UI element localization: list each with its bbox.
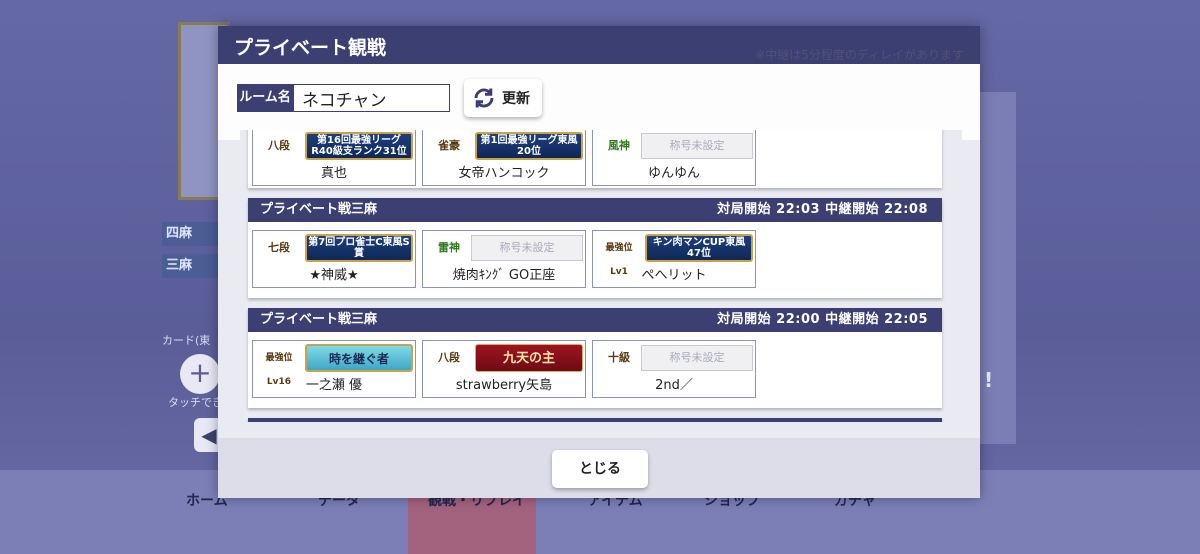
match-card[interactable]: プライベート戦三麻 対局開始 22:03 中継開始 22:08 七段 第7回プロ… bbox=[248, 198, 942, 298]
rank-badge: 十級 bbox=[608, 351, 630, 364]
player-card[interactable]: 十級 称号未設定 2nd／ bbox=[592, 340, 756, 398]
match-type: プライベート戦三麻 bbox=[260, 202, 378, 217]
bg-card-label: カード(東 bbox=[162, 334, 211, 347]
title-plate: 第16回最強リーグR40級支ランク31位 bbox=[305, 132, 413, 160]
rank-badge: 八段 bbox=[438, 351, 460, 364]
player-name: 女帝ハンコック bbox=[458, 166, 550, 181]
match-times: 対局開始 22:00 中継開始 22:05 bbox=[717, 312, 928, 327]
refresh-label: 更新 bbox=[502, 91, 530, 107]
player-name: 真也 bbox=[320, 166, 347, 181]
delay-note: ※中継は5分程度のディレイがあります bbox=[755, 48, 964, 62]
title-plate: 第1回最強リーグ東風20位 bbox=[475, 132, 583, 160]
player-card[interactable]: 雀豪 第1回最強リーグ東風20位 女帝ハンコック bbox=[422, 130, 586, 186]
player-name: ゆんゆん bbox=[647, 166, 700, 181]
title-plate: 九天の主 bbox=[475, 344, 583, 372]
match-list[interactable]: 八段 第16回最強リーグR40級支ランク31位 真也 雀豪 第1回最強リーグ東風… bbox=[240, 130, 962, 422]
bg-touch-label: タッチでき bbox=[168, 396, 223, 409]
rank-badge: 七段 bbox=[268, 241, 290, 254]
match-header bbox=[248, 418, 942, 422]
match-header: プライベート戦三麻 対局開始 22:03 中継開始 22:08 bbox=[248, 198, 942, 222]
refresh-button[interactable]: 更新 bbox=[464, 79, 542, 117]
player-name: ★神威★ bbox=[309, 268, 359, 283]
bg-tab-sanma: 三麻 bbox=[162, 254, 220, 278]
player-card[interactable]: 雷神 称号未設定 焼肉ｷﾝｸﾞ GO正座 bbox=[422, 230, 586, 288]
player-card[interactable]: 八段 第16回最強リーグR40級支ランク31位 真也 bbox=[252, 130, 416, 186]
title-plate: キン肉マンCUP東風47位 bbox=[645, 234, 753, 262]
rank-badge: 八段 bbox=[268, 139, 290, 152]
rank-badge: 最強位Lv16 bbox=[265, 353, 293, 387]
title-empty: 称号未設定 bbox=[471, 235, 583, 261]
title-empty: 称号未設定 bbox=[641, 345, 753, 371]
title-plate: 時を継ぐ者 bbox=[305, 344, 413, 372]
match-times: 対局開始 22:03 中継開始 22:08 bbox=[717, 202, 928, 217]
plus-icon: + bbox=[180, 354, 220, 394]
title-empty: 称号未設定 bbox=[641, 133, 753, 159]
title-plate: 第7回プロ雀士C東風S賞 bbox=[305, 234, 413, 262]
player-card[interactable]: 風神 称号未設定 ゆんゆん bbox=[592, 130, 756, 186]
match-card[interactable]: プライベート戦三麻 対局開始 22:00 中継開始 22:05 最強位Lv16 … bbox=[248, 308, 942, 408]
private-spectate-modal: プライベート観戦 ※中継は5分程度のディレイがあります ルーム名 更新 八段 第… bbox=[218, 26, 980, 498]
match-card[interactable] bbox=[248, 418, 942, 422]
close-button[interactable]: とじる bbox=[552, 450, 648, 488]
player-card[interactable]: 七段 第7回プロ雀士C東風S賞 ★神威★ bbox=[252, 230, 416, 288]
match-card[interactable]: 八段 第16回最強リーグR40級支ランク31位 真也 雀豪 第1回最強リーグ東風… bbox=[248, 130, 942, 188]
rank-badge: 雷神 bbox=[438, 241, 460, 254]
match-type: プライベート戦三麻 bbox=[260, 312, 378, 327]
bg-right-mark: ! bbox=[984, 368, 994, 392]
player-name: 一之瀬 優 bbox=[305, 378, 363, 393]
room-name-label: ルーム名 bbox=[237, 84, 293, 112]
player-name: 焼肉ｷﾝｸﾞ GO正座 bbox=[452, 268, 556, 283]
rank-badge: 風神 bbox=[608, 139, 630, 152]
refresh-icon bbox=[474, 88, 494, 108]
match-header: プライベート戦三麻 対局開始 22:00 中継開始 22:05 bbox=[248, 308, 942, 332]
rank-badge: 最強位Lv1 bbox=[605, 243, 633, 277]
modal-title: プライベート観戦 bbox=[234, 37, 387, 59]
player-name: ぺへリット bbox=[641, 268, 707, 283]
room-name-input[interactable] bbox=[293, 84, 450, 112]
rank-badge: 雀豪 bbox=[438, 139, 460, 152]
bg-tab-yonma: 四麻 bbox=[162, 222, 220, 246]
player-card[interactable]: 八段 九天の主 strawberry矢島 bbox=[422, 340, 586, 398]
player-card[interactable]: 最強位Lv1 キン肉マンCUP東風47位 ぺへリット bbox=[592, 230, 756, 288]
player-card[interactable]: 最強位Lv16 時を継ぐ者 一之瀬 優 bbox=[252, 340, 416, 398]
player-name: 2nd／ bbox=[655, 378, 693, 393]
player-name: strawberry矢島 bbox=[455, 378, 553, 393]
